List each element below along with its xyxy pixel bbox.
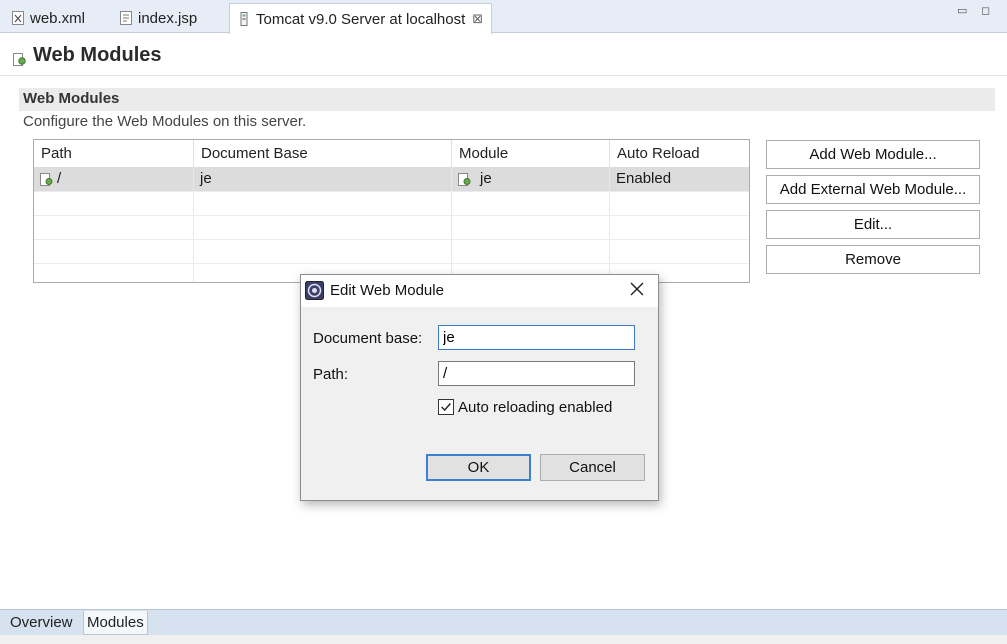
web-modules-table[interactable]: Path Document Base Module Auto Reload / … <box>33 139 750 283</box>
empty-cell <box>34 216 194 240</box>
tab-tomcat-server[interactable]: Tomcat v9.0 Server at localhost ⊠ <box>229 3 493 34</box>
minimize-icon[interactable]: ▭ <box>957 4 971 18</box>
column-header-document-base[interactable]: Document Base <box>194 140 452 167</box>
cell-auto-reload-text: Enabled <box>616 170 672 187</box>
empty-cell <box>452 240 610 264</box>
page-title: Web Modules <box>33 44 162 66</box>
empty-cell <box>194 240 452 264</box>
empty-cell <box>452 192 610 216</box>
edit-web-module-dialog: Edit Web Module Document base: Path: Aut… <box>300 274 659 501</box>
cancel-button[interactable]: Cancel <box>540 454 645 481</box>
editor-page-tabs: Overview Modules <box>0 609 1007 635</box>
dialog-titlebar: Edit Web Module <box>301 275 658 307</box>
path-input[interactable] <box>438 361 635 386</box>
empty-cell <box>34 264 194 282</box>
tab-modules[interactable]: Modules <box>83 611 148 635</box>
cell-document-base-text: je <box>200 170 212 187</box>
path-label: Path: <box>313 366 349 383</box>
web-module-icon <box>40 173 53 186</box>
editor-tab-bar: web.xml index.jsp Tomcat v9.0 Server at … <box>0 0 1007 34</box>
remove-button[interactable]: Remove <box>766 245 980 274</box>
section-description: Configure the Web Modules on this server… <box>23 113 307 130</box>
section-title: Web Modules <box>23 90 120 107</box>
empty-cell <box>194 216 452 240</box>
column-header-path[interactable]: Path <box>34 140 194 167</box>
close-icon[interactable]: ⊠ <box>472 11 483 27</box>
empty-row <box>34 191 749 216</box>
close-icon[interactable] <box>628 280 646 298</box>
eclipse-icon <box>305 281 324 300</box>
empty-cell <box>194 192 452 216</box>
cell-path-text: / <box>57 170 62 187</box>
tab-label: index.jsp <box>138 9 198 27</box>
cell-path: / <box>34 167 194 191</box>
tab-web-xml[interactable]: web.xml <box>4 3 93 33</box>
cell-document-base: je <box>194 167 452 191</box>
empty-row <box>34 239 749 264</box>
dialog-title: Edit Web Module <box>330 282 444 299</box>
cell-module-text: je <box>480 170 492 187</box>
ok-button[interactable]: OK <box>426 454 531 481</box>
tab-label: Tomcat v9.0 Server at localhost <box>256 10 466 28</box>
web-module-icon <box>458 173 471 186</box>
edit-button[interactable]: Edit... <box>766 210 980 239</box>
maximize-icon[interactable]: ◻ <box>981 4 995 18</box>
add-web-module-button[interactable]: Add Web Module... <box>766 140 980 169</box>
document-base-label: Document base: <box>313 330 423 347</box>
table-header: Path Document Base Module Auto Reload <box>34 140 749 167</box>
cell-module: je <box>452 167 610 191</box>
auto-reload-label[interactable]: Auto reloading enabled <box>458 399 612 416</box>
empty-cell <box>34 240 194 264</box>
page-header: Web Modules <box>0 34 1007 76</box>
tab-label: web.xml <box>30 9 86 27</box>
status-strip <box>0 635 1007 644</box>
checkmark-icon <box>441 403 451 412</box>
empty-row <box>34 215 749 240</box>
column-header-module[interactable]: Module <box>452 140 610 167</box>
add-external-web-module-button[interactable]: Add External Web Module... <box>766 175 980 204</box>
auto-reload-checkbox[interactable] <box>438 399 454 415</box>
empty-cell <box>452 216 610 240</box>
column-header-auto-reload[interactable]: Auto Reload <box>610 140 749 167</box>
section-header: Web Modules <box>19 88 995 111</box>
empty-cell <box>34 192 194 216</box>
tab-overview[interactable]: Overview <box>7 611 76 635</box>
table-row[interactable]: / je je Enabled <box>34 167 749 191</box>
jsp-file-icon <box>120 11 132 25</box>
document-base-input[interactable] <box>438 325 635 350</box>
xml-file-icon <box>12 11 24 25</box>
cell-auto-reload: Enabled <box>610 167 749 191</box>
tab-index-jsp[interactable]: index.jsp <box>112 3 205 33</box>
web-module-icon <box>13 53 26 66</box>
server-icon <box>240 12 248 26</box>
